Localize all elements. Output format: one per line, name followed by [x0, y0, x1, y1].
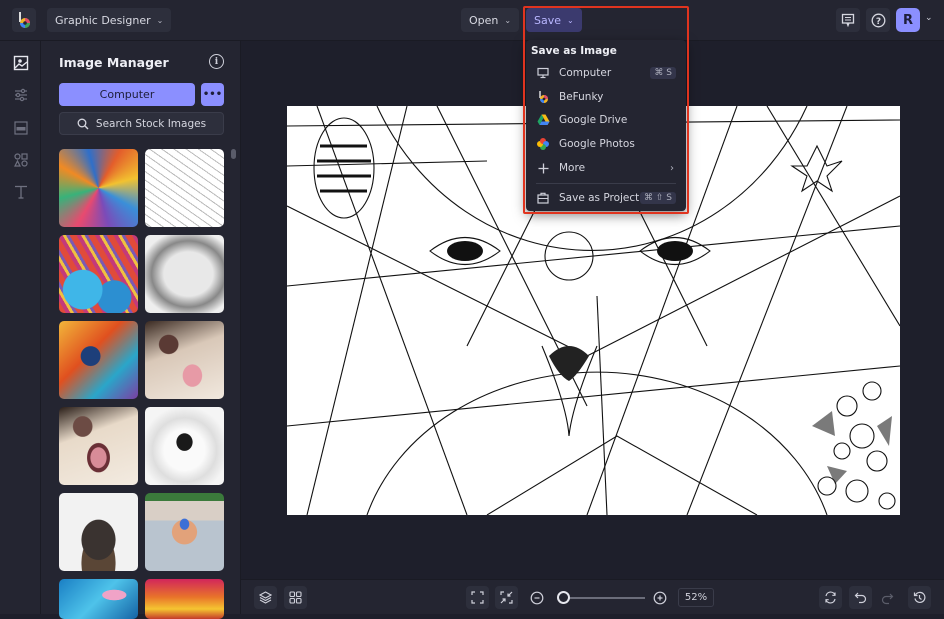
undo-icon — [854, 592, 867, 604]
image-icon — [13, 55, 29, 71]
upload-from-computer-button[interactable]: Computer — [59, 83, 195, 106]
fit-to-screen-button[interactable] — [466, 586, 489, 609]
thumbnail-child-pool[interactable] — [145, 493, 224, 571]
thumbnail-underwater[interactable] — [59, 579, 138, 619]
rail-item-layout[interactable] — [11, 118, 31, 138]
history-icon — [913, 591, 926, 603]
more-options-icon: ••• — [202, 89, 223, 100]
shapes-icon — [14, 153, 28, 167]
rail-item-image-manager[interactable] — [11, 53, 31, 73]
comment-icon — [841, 13, 855, 27]
panel-scrollbar[interactable] — [231, 149, 236, 159]
info-icon[interactable]: i — [209, 54, 224, 69]
open-button[interactable]: Open ⌄ — [461, 8, 520, 32]
expand-icon — [471, 591, 484, 604]
chevron-down-icon: ⌄ — [156, 15, 164, 25]
thumbnail-dog-smiling[interactable] — [59, 407, 138, 485]
zoom-in-button[interactable] — [653, 590, 667, 609]
highlight-outline — [523, 6, 689, 214]
thumbnail-dog-sketch[interactable] — [145, 235, 224, 313]
computer-button-label: Computer — [99, 88, 155, 101]
befunky-logo-icon — [19, 12, 30, 28]
search-label: Search Stock Images — [95, 117, 207, 130]
thumbnail-cat[interactable] — [145, 407, 224, 485]
zoom-out-icon — [530, 591, 544, 605]
actual-size-button[interactable] — [495, 586, 518, 609]
undo-button[interactable] — [849, 586, 872, 609]
search-stock-images-button[interactable]: Search Stock Images — [59, 112, 224, 135]
layers-button[interactable] — [254, 586, 277, 609]
rail-item-text[interactable] — [11, 182, 31, 202]
thumbnail-dog-photo[interactable] — [145, 321, 224, 399]
collapse-icon — [500, 591, 513, 604]
thumbnail-abstract[interactable] — [145, 579, 224, 619]
user-avatar[interactable]: R — [896, 8, 920, 32]
open-label: Open — [469, 13, 499, 27]
top-bar: Graphic Designer ⌄ Open ⌄ Save ⌄ ? R ⌄ — [0, 0, 944, 41]
thumbnail-painted-dog[interactable] — [59, 321, 138, 399]
zoom-percentage: 52% — [684, 592, 708, 603]
workspace-label: Graphic Designer — [55, 13, 151, 27]
zoom-out-button[interactable] — [530, 590, 544, 609]
zoom-slider-handle[interactable] — [556, 591, 570, 604]
account-chevron-down-icon[interactable]: ⌄ — [925, 13, 933, 23]
svg-text:?: ? — [875, 16, 880, 26]
layout-icon — [14, 121, 28, 135]
befunky-logo[interactable] — [12, 8, 36, 32]
avatar-initial: R — [902, 12, 913, 28]
thumbnail-graffiti[interactable] — [59, 235, 138, 313]
text-icon — [15, 185, 27, 199]
rail-item-graphics[interactable] — [11, 150, 31, 170]
zoom-percentage-input[interactable]: 52% — [678, 588, 714, 607]
refresh-icon — [825, 591, 836, 604]
rail-item-edit[interactable] — [11, 85, 31, 105]
help-button[interactable]: ? — [866, 8, 890, 32]
zoom-in-icon — [653, 591, 667, 605]
sliders-icon — [15, 88, 27, 102]
image-manager-panel: Image Manager i Computer ••• Search Stoc… — [41, 41, 241, 619]
panel-title: Image Manager — [59, 55, 169, 70]
thumbnail-geometric-lion[interactable] — [59, 149, 138, 227]
feedback-button[interactable] — [836, 8, 860, 32]
chevron-down-icon: ⌄ — [504, 15, 512, 25]
thumbnail-puppy[interactable] — [59, 493, 138, 571]
layers-icon — [259, 591, 272, 604]
bottom-toolbar: 52% — [241, 579, 944, 614]
more-options-button[interactable]: ••• — [201, 83, 224, 106]
refresh-button[interactable] — [819, 586, 842, 609]
thumbnail-sketch[interactable] — [145, 149, 224, 227]
help-icon: ? — [871, 13, 885, 27]
grid-icon — [289, 591, 302, 604]
history-button[interactable] — [908, 586, 931, 609]
zoom-slider-track[interactable] — [559, 597, 645, 599]
redo-icon — [881, 593, 894, 605]
search-icon — [77, 118, 89, 129]
redo-button[interactable] — [881, 590, 894, 609]
workspace-dropdown[interactable]: Graphic Designer ⌄ — [47, 8, 172, 32]
tool-rail — [0, 41, 41, 614]
grid-view-button[interactable] — [284, 586, 307, 609]
